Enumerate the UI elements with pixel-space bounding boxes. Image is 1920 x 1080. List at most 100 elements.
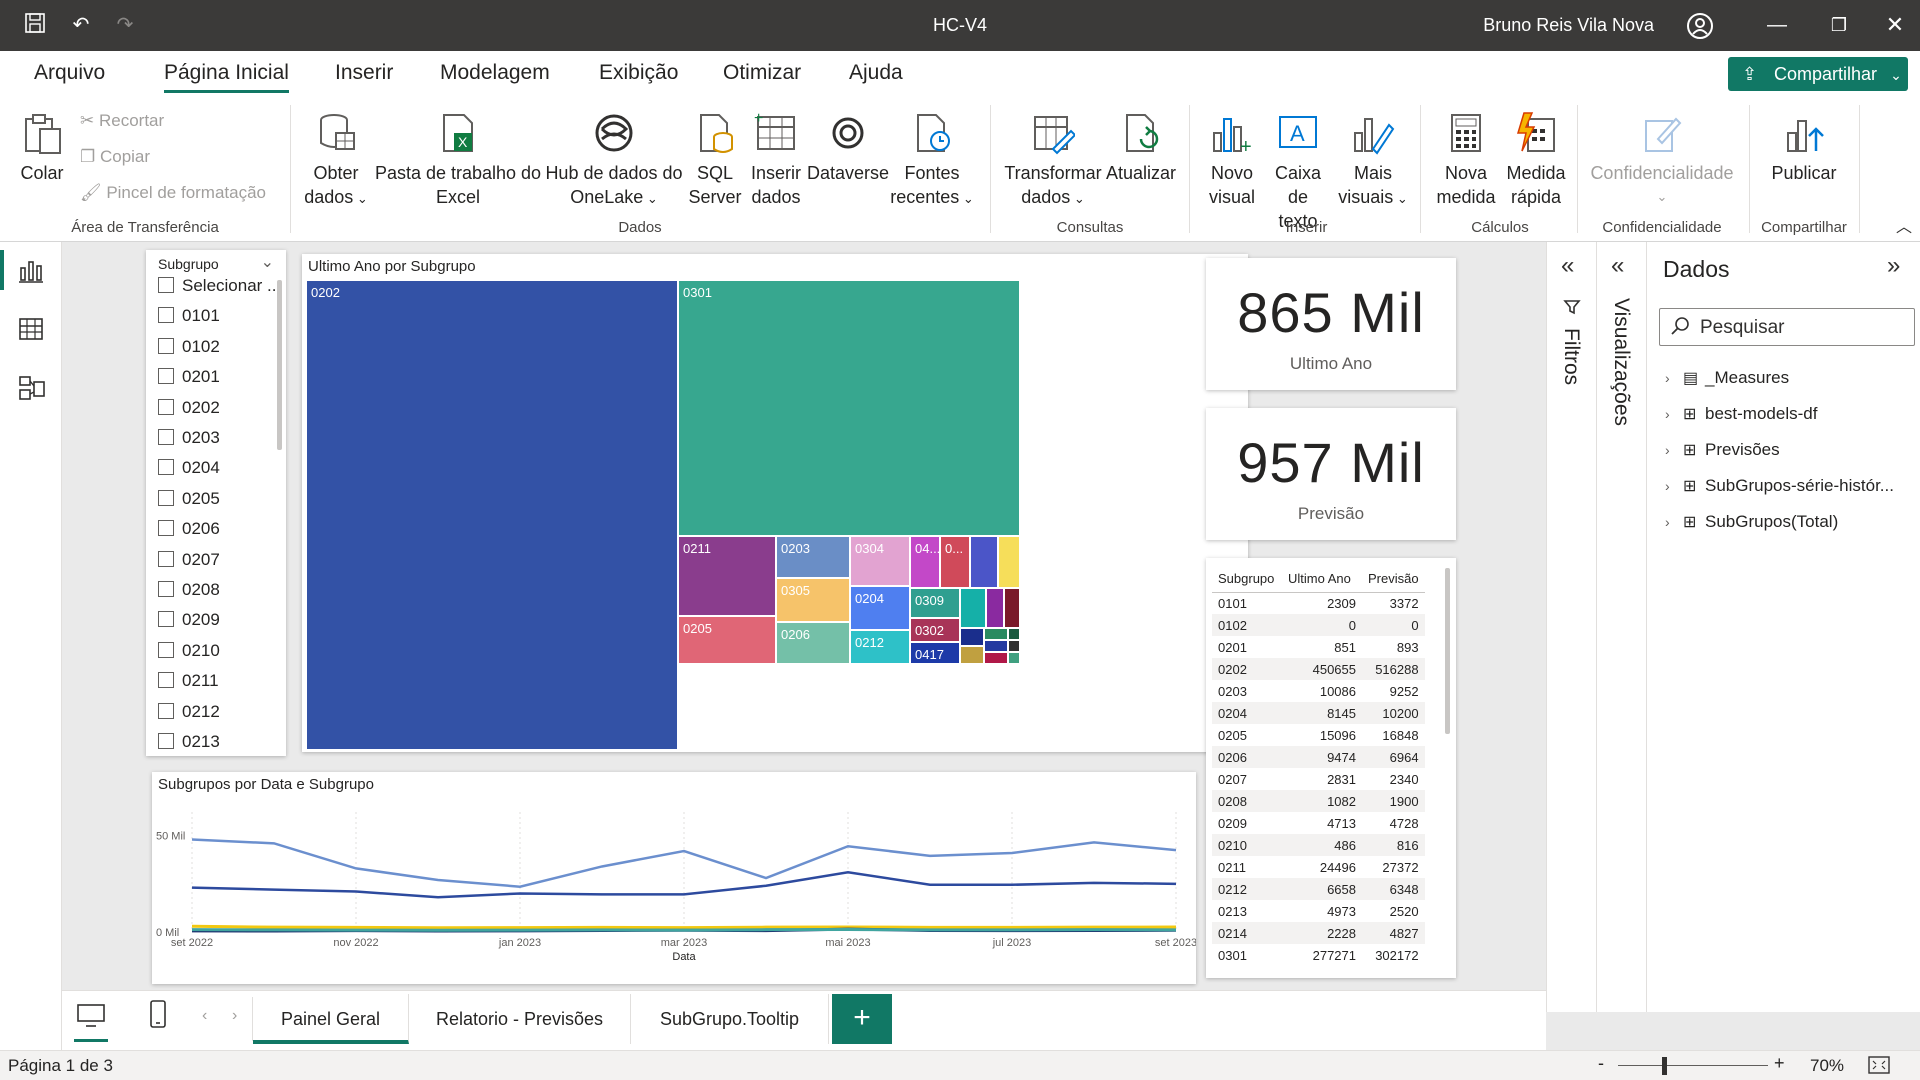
- quick-measure-button[interactable]: Medida rápida: [1502, 111, 1570, 209]
- checkbox[interactable]: [158, 672, 174, 689]
- data-table-visual[interactable]: Subgrupo Ultimo Ano Previsão 0101 2309 3372 0…: [1206, 558, 1456, 978]
- filters-label[interactable]: Filtros: [1559, 328, 1583, 385]
- treemap-tile[interactable]: [960, 588, 986, 628]
- slicer-item[interactable]: 0203: [158, 428, 220, 448]
- table-row[interactable]: 0208 1082 1900: [1212, 790, 1425, 812]
- tab-inserir[interactable]: Inserir: [335, 61, 393, 85]
- treemap-tile-04[interactable]: 04...: [910, 536, 940, 588]
- tab-ajuda[interactable]: Ajuda: [849, 61, 903, 85]
- chevron-right-icon[interactable]: ›: [1665, 478, 1683, 494]
- refresh-button[interactable]: Atualizar: [1106, 111, 1176, 185]
- expand-left-icon[interactable]: «: [1561, 252, 1574, 280]
- treemap-tile[interactable]: [984, 628, 1008, 640]
- tab-arquivo[interactable]: Arquivo: [34, 61, 105, 85]
- column-header[interactable]: Ultimo Ano: [1282, 566, 1362, 593]
- slicer-scrollbar[interactable]: [277, 280, 282, 450]
- table-row[interactable]: 0210 486 816: [1212, 834, 1425, 856]
- data-field-item[interactable]: › ⊞ SubGrupos-série-histór...: [1665, 476, 1894, 496]
- series-line[interactable]: [191, 924, 1177, 930]
- checkbox[interactable]: [158, 702, 174, 719]
- slicer-item[interactable]: 0210: [158, 641, 220, 661]
- column-header[interactable]: Previsão: [1362, 566, 1425, 593]
- table-row[interactable]: 0203 10086 9252: [1212, 680, 1425, 702]
- checkbox[interactable]: [158, 277, 174, 294]
- data-field-item[interactable]: › ⊞ best-models-df: [1665, 404, 1817, 424]
- filters-pane[interactable]: « Filtros: [1546, 242, 1596, 1012]
- series-line[interactable]: [191, 927, 1177, 932]
- chevron-right-icon[interactable]: ›: [1665, 514, 1683, 530]
- data-field-item[interactable]: › ⊞ SubGrupos(Total): [1665, 512, 1838, 532]
- excel-button[interactable]: X Pasta de trabalho do Excel: [372, 111, 544, 209]
- checkbox[interactable]: [158, 368, 174, 385]
- fit-to-page-icon[interactable]: [1868, 1055, 1890, 1080]
- page-tab-painel-geral[interactable]: Painel Geral: [253, 994, 409, 1044]
- slicer-item[interactable]: 0101: [158, 306, 220, 326]
- treemap-tile[interactable]: [984, 652, 1008, 664]
- slicer-item[interactable]: 0206: [158, 519, 220, 539]
- treemap-tile-0206[interactable]: 0206: [776, 622, 850, 664]
- series-line[interactable]: [191, 870, 1177, 899]
- slicer-item[interactable]: 0102: [158, 337, 220, 357]
- treemap-tile[interactable]: [960, 646, 984, 664]
- checkbox[interactable]: [158, 641, 174, 658]
- treemap-tile[interactable]: [970, 536, 998, 588]
- kpi-card-previsao[interactable]: 957 Mil Previsão: [1206, 408, 1456, 540]
- save-icon[interactable]: [22, 12, 48, 38]
- treemap-tile[interactable]: [998, 536, 1020, 588]
- subgroup-slicer[interactable]: Subgrupo ⌄ Selecionar ... 0101 0102 0201 020…: [146, 250, 286, 756]
- table-row[interactable]: 0207 2831 2340: [1212, 768, 1425, 790]
- line-chart-visual[interactable]: Subgrupos por Data e Subgrupo set 2022 no…: [152, 772, 1196, 984]
- collapse-ribbon-icon[interactable]: ︿: [1896, 213, 1912, 237]
- model-view-icon[interactable]: [18, 374, 46, 407]
- restore-icon[interactable]: ❐: [1826, 12, 1852, 38]
- checkbox[interactable]: [158, 489, 174, 506]
- zoom-slider[interactable]: [1618, 1065, 1768, 1066]
- table-row[interactable]: 0213 4973 2520: [1212, 900, 1425, 922]
- dataverse-button[interactable]: Dataverse: [806, 111, 890, 185]
- checkbox[interactable]: [158, 398, 174, 415]
- table-row[interactable]: 0202 450655 516288: [1212, 658, 1425, 680]
- treemap-tile-0301[interactable]: 0301: [678, 280, 1020, 536]
- treemap-tile-0309[interactable]: 0309: [910, 588, 960, 618]
- chevron-right-icon[interactable]: ›: [1665, 442, 1683, 458]
- checkbox[interactable]: [158, 307, 174, 324]
- treemap-tile-0205[interactable]: 0205: [678, 616, 776, 664]
- table-view-icon[interactable]: [18, 316, 44, 347]
- slicer-item[interactable]: 0207: [158, 550, 220, 570]
- table-row[interactable]: 0301 277271 302172: [1212, 944, 1425, 966]
- treemap-tile-0202[interactable]: 0202: [306, 280, 678, 750]
- visualizations-label[interactable]: Visualizações: [1609, 298, 1633, 426]
- data-field-item[interactable]: › ▤ _Measures: [1665, 368, 1789, 388]
- slicer-item[interactable]: 0209: [158, 610, 220, 630]
- treemap-tile-0302[interactable]: 0302: [910, 618, 960, 642]
- column-header[interactable]: Subgrupo: [1212, 566, 1282, 593]
- treemap-tile-0305[interactable]: 0305: [776, 578, 850, 622]
- treemap-tile-0204[interactable]: 0204: [850, 586, 910, 630]
- zoom-slider-thumb[interactable]: [1662, 1057, 1667, 1075]
- share-button[interactable]: ⇪ Compartilhar ⌄: [1728, 57, 1908, 91]
- slicer-item[interactable]: 0201: [158, 367, 220, 387]
- table-row[interactable]: 0209 4713 4728: [1212, 812, 1425, 834]
- treemap-tile-0dots[interactable]: 0...: [940, 536, 970, 588]
- slicer-item[interactable]: 0212: [158, 702, 220, 722]
- table-row[interactable]: 0206 9474 6964: [1212, 746, 1425, 768]
- table-row[interactable]: 0102 0 0: [1212, 614, 1425, 636]
- zoom-out-icon[interactable]: -: [1598, 1053, 1604, 1074]
- user-avatar-icon[interactable]: [1686, 12, 1713, 39]
- kpi-card-ultimo-ano[interactable]: 865 Mil Ultimo Ano: [1206, 258, 1456, 390]
- checkbox[interactable]: [158, 611, 174, 628]
- undo-icon[interactable]: ↶: [68, 12, 94, 38]
- treemap-tile[interactable]: [1004, 588, 1020, 628]
- treemap-tile[interactable]: [1008, 628, 1020, 640]
- slicer-item[interactable]: 0208: [158, 580, 220, 600]
- checkbox[interactable]: [158, 429, 174, 446]
- tab-exibicao[interactable]: Exibição: [599, 61, 678, 85]
- slicer-item[interactable]: 0204: [158, 458, 220, 478]
- treemap-tile-0212[interactable]: 0212: [850, 630, 910, 664]
- table-row[interactable]: 0205 15096 16848: [1212, 724, 1425, 746]
- tab-otimizar[interactable]: Otimizar: [723, 61, 801, 85]
- checkbox[interactable]: [158, 459, 174, 476]
- sql-server-button[interactable]: SQL Server: [688, 111, 742, 209]
- collapse-right-icon[interactable]: »: [1887, 252, 1900, 280]
- treemap-tile-0203[interactable]: 0203: [776, 536, 850, 578]
